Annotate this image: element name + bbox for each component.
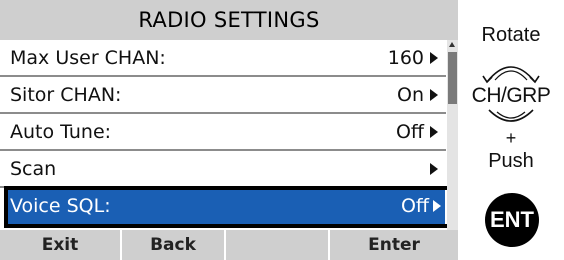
softkey-bar: Exit Back Enter [0, 230, 458, 260]
menu-item-label: Voice SQL: [10, 195, 111, 217]
scrollbar-thumb[interactable] [448, 52, 457, 104]
menu-item-scan[interactable]: Scan [0, 151, 446, 188]
arrow-right-icon [430, 89, 438, 101]
rotate-dial-icon [482, 66, 540, 84]
scrollbar[interactable] [447, 40, 458, 230]
arrow-right-icon [430, 52, 438, 64]
scroll-up-icon [449, 42, 455, 47]
push-label: Push [488, 150, 534, 172]
arrow-right-icon [433, 200, 441, 212]
softkey-enter[interactable]: Enter [330, 230, 458, 260]
lcd-screen: RADIO SETTINGS Max User CHAN: 160 Sitor … [0, 0, 458, 260]
menu-item-label: Auto Tune: [10, 121, 112, 143]
arrow-right-icon [430, 163, 438, 175]
menu-item-label: Sitor CHAN: [10, 84, 122, 106]
menu-item-value: Off [395, 121, 424, 143]
menu-item-auto-tune[interactable]: Auto Tune: Off [0, 114, 446, 151]
menu-item-label: Scan [10, 158, 57, 180]
menu-item-voice-sql[interactable]: Voice SQL: Off [8, 190, 445, 224]
menu-item-label: Max User CHAN: [10, 47, 166, 69]
screen-title: RADIO SETTINGS [0, 0, 458, 40]
menu-item-max-user-chan[interactable]: Max User CHAN: 160 [0, 40, 446, 77]
ch-grp-dial-label: CH/GRP [471, 84, 551, 107]
menu-item-value: Off [400, 195, 429, 217]
menu-item-value: On [397, 84, 424, 106]
ent-button[interactable]: ENT [485, 193, 539, 247]
softkey-exit[interactable]: Exit [0, 230, 122, 260]
menu-item-sitor-chan[interactable]: Sitor CHAN: On [0, 77, 446, 114]
softkey-blank[interactable] [226, 230, 330, 260]
menu-item-value: 160 [387, 47, 424, 69]
rotate-label: Rotate [481, 24, 541, 46]
softkey-back[interactable]: Back [122, 230, 226, 260]
arrow-right-icon [430, 126, 438, 138]
operation-instructions: Rotate CH/GRP + Push ENT [458, 0, 564, 260]
plus-sign: + [505, 128, 517, 148]
